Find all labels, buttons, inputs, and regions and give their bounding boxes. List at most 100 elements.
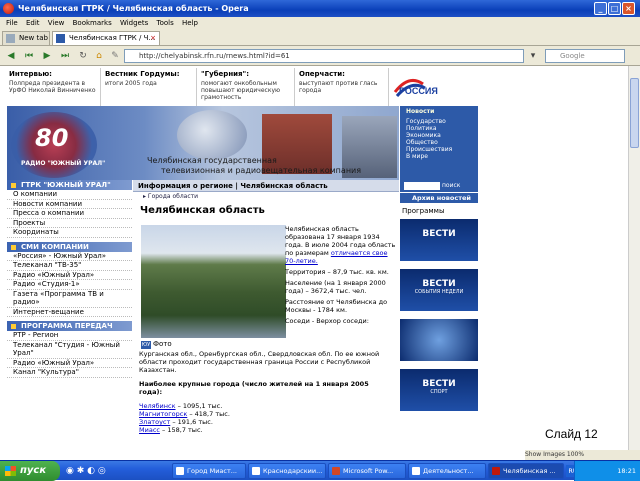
channel-logo-banner[interactable] bbox=[400, 319, 478, 361]
menu-tools[interactable]: Tools bbox=[157, 19, 174, 27]
quicklaunch-icons[interactable]: ◉ ✱ ◐ ◎ bbox=[66, 466, 106, 476]
topnews-item[interactable]: Вестник Гордумы: итоги 2005 года bbox=[103, 68, 197, 106]
taskbar-window[interactable]: Microsoft Pow... bbox=[328, 463, 406, 479]
sidebar-link[interactable]: О компании bbox=[7, 190, 132, 200]
sidebar-link[interactable]: Координаты bbox=[7, 228, 132, 238]
cities-list: Наиболее крупные города (число жителей н… bbox=[139, 380, 394, 434]
fact-text: Челябинская область образована 17 января… bbox=[285, 225, 396, 265]
landscape-photo bbox=[141, 225, 286, 338]
site-icon bbox=[56, 34, 65, 43]
sidebar-link[interactable]: РТР - Регион bbox=[7, 331, 132, 341]
menu-edit[interactable]: Edit bbox=[26, 19, 40, 27]
close-button[interactable]: × bbox=[622, 2, 635, 15]
city-row: Златоуст – 191,6 тыс. bbox=[139, 418, 213, 426]
taskbar-window[interactable]: Город Миаст... bbox=[172, 463, 246, 479]
sidebar-link[interactable]: Телеканал "Студия - Южный Урал" bbox=[7, 341, 132, 359]
section-bar: Информация о регионе | Челябинская облас… bbox=[133, 180, 399, 192]
menu-bookmarks[interactable]: Bookmarks bbox=[73, 19, 112, 27]
news-nav-item[interactable]: Общество bbox=[406, 139, 472, 146]
news-nav-item[interactable]: Происшествия bbox=[406, 146, 472, 153]
maximize-button[interactable]: □ bbox=[608, 2, 621, 15]
dropdown-icon[interactable]: ▾ bbox=[526, 49, 540, 63]
sidebar-link[interactable]: Пресса о компании bbox=[7, 209, 132, 219]
scroll-thumb[interactable] bbox=[630, 78, 639, 148]
taskbar-window[interactable]: Краснодарскии... bbox=[248, 463, 326, 479]
sidebar-link[interactable]: Новости компании bbox=[7, 200, 132, 209]
menu-help[interactable]: Help bbox=[182, 19, 198, 27]
navigation-bar: ◀ ⏮ ▶ ⏭ ↻ ⌂ ✎ http://chelyabinsk.rfn.ru/… bbox=[0, 46, 640, 66]
tab-chelyabinsk[interactable]: Челябинская ГТРК / Ч... × bbox=[52, 31, 160, 45]
sidebar-link[interactable]: Канал "Культура" bbox=[7, 368, 132, 378]
address-field[interactable]: http://chelyabinsk.rfn.ru/rnews.html?id=… bbox=[124, 49, 524, 63]
vesti-sport-banner[interactable]: ВЕСТИ СПОРТ bbox=[400, 369, 478, 411]
taskbar-window-active[interactable]: Челябинская ... bbox=[488, 463, 564, 479]
sidebar-link[interactable]: Радио «Студия-1» bbox=[7, 280, 132, 290]
fact-text: Население (на 1 января 2000 года) – 3672… bbox=[285, 279, 386, 295]
city-link[interactable]: Златоуст bbox=[139, 418, 170, 426]
search-input[interactable]: Google bbox=[545, 49, 625, 63]
banner-caption: Челябинская государственная телевизионна… bbox=[147, 156, 362, 175]
site-search-button[interactable]: поиск bbox=[442, 182, 460, 189]
page-title: Челябинская область bbox=[140, 205, 265, 216]
forward-icon[interactable]: ▶ bbox=[40, 49, 54, 63]
home-icon[interactable]: ⌂ bbox=[92, 49, 106, 63]
rewind-icon[interactable]: ⏮ bbox=[22, 49, 36, 63]
page-icon bbox=[6, 34, 15, 43]
vesti-week-banner[interactable]: ВЕСТИ СОБЫТИЯ НЕДЕЛИ bbox=[400, 269, 478, 311]
menu-view[interactable]: View bbox=[48, 19, 65, 27]
rossiya-logo[interactable]: РОССИЯ bbox=[393, 72, 460, 100]
sidebar-link[interactable]: Радио «Южный Урал» bbox=[7, 271, 132, 280]
archive-link[interactable]: Архив новостей bbox=[400, 193, 478, 203]
topnews-item[interactable]: "Губерния": помогают онкобольным повышаю… bbox=[199, 68, 295, 106]
menu-file[interactable]: File bbox=[6, 19, 18, 27]
breadcrumb[interactable]: ▸ Города области bbox=[133, 192, 399, 201]
close-tab-icon[interactable]: × bbox=[150, 32, 156, 45]
city-row: Магнитогорск – 418,7 тыс. bbox=[139, 410, 230, 418]
menu-widgets[interactable]: Widgets bbox=[120, 19, 148, 27]
news-nav: Новости Государство Политика Экономика О… bbox=[400, 106, 478, 180]
news-nav-item[interactable]: Экономика bbox=[406, 132, 472, 139]
news-nav-item[interactable]: Политика bbox=[406, 125, 472, 132]
tab-bar: New tab Челябинская ГТРК / Ч... × bbox=[0, 29, 640, 46]
news-nav-item[interactable]: В мире bbox=[406, 153, 472, 160]
opera-icon bbox=[3, 3, 14, 14]
topnews-item[interactable]: Оперчасти: выступают против глась города bbox=[297, 68, 389, 106]
tab-new[interactable]: New tab bbox=[2, 31, 50, 45]
vertical-scrollbar[interactable] bbox=[628, 66, 640, 460]
section-heading: ГТРК "ЮЖНЫЙ УРАЛ" bbox=[7, 180, 132, 190]
city-row: Челябинск – 1095,1 тыс. bbox=[139, 402, 223, 410]
reload-icon[interactable]: ↻ bbox=[76, 49, 90, 63]
section-heading: ПРОГРАММА ПЕРЕДАЧ bbox=[7, 321, 132, 331]
city-link[interactable]: Миасс bbox=[139, 426, 160, 434]
left-sidebar: ГТРК "ЮЖНЫЙ УРАЛ" О компании Новости ком… bbox=[7, 180, 132, 460]
rossiya-logo-text: РОССИЯ bbox=[399, 86, 438, 96]
site-search-input[interactable] bbox=[404, 182, 440, 190]
sidebar-link[interactable]: «Россия» - Южный Урал» bbox=[7, 252, 132, 261]
news-nav-heading[interactable]: Новости bbox=[406, 108, 472, 115]
city-row: Миасс – 158,7 тыс. bbox=[139, 426, 203, 434]
edit-icon[interactable]: ✎ bbox=[108, 49, 122, 63]
fast-forward-icon[interactable]: ⏭ bbox=[58, 49, 72, 63]
fact-text: Расстояние от Челябинска до Москвы - 178… bbox=[285, 298, 388, 314]
sidebar-link[interactable]: Интернет-вещание bbox=[7, 308, 132, 317]
news-nav-item[interactable]: Государство bbox=[406, 118, 472, 125]
sidebar-link[interactable]: Газета «Программа ТВ и радио» bbox=[7, 290, 132, 308]
topnews-item[interactable]: Интервью: Полпреда президента в УрФО Ник… bbox=[7, 68, 101, 106]
vesti-banner[interactable]: ВЕСТИ bbox=[400, 219, 478, 261]
sidebar-link[interactable]: Проекты bbox=[7, 219, 132, 228]
sidebar-link[interactable]: Радио «Южный Урал» bbox=[7, 359, 132, 368]
region-facts: Челябинская область образована 17 января… bbox=[285, 225, 398, 328]
anniversary-number: 80 bbox=[35, 124, 69, 152]
sidebar-link[interactable]: Телеканал "ТВ-35" bbox=[7, 261, 132, 271]
zoom-status[interactable]: Show Images 100% bbox=[525, 450, 640, 460]
photo-badge: ЮУ bbox=[141, 341, 151, 349]
site-search: поиск bbox=[400, 180, 478, 192]
start-button[interactable]: пуск bbox=[0, 461, 60, 481]
photo-label[interactable]: ЮУ Фото bbox=[141, 340, 172, 349]
back-icon[interactable]: ◀ bbox=[4, 49, 18, 63]
window-titlebar: Челябинская ГТРК / Челябинская область -… bbox=[0, 0, 640, 17]
taskbar-window[interactable]: Деятельност... bbox=[408, 463, 486, 479]
city-link[interactable]: Челябинск bbox=[139, 402, 176, 410]
city-link[interactable]: Магнитогорск bbox=[139, 410, 187, 418]
minimize-button[interactable]: _ bbox=[594, 2, 607, 15]
